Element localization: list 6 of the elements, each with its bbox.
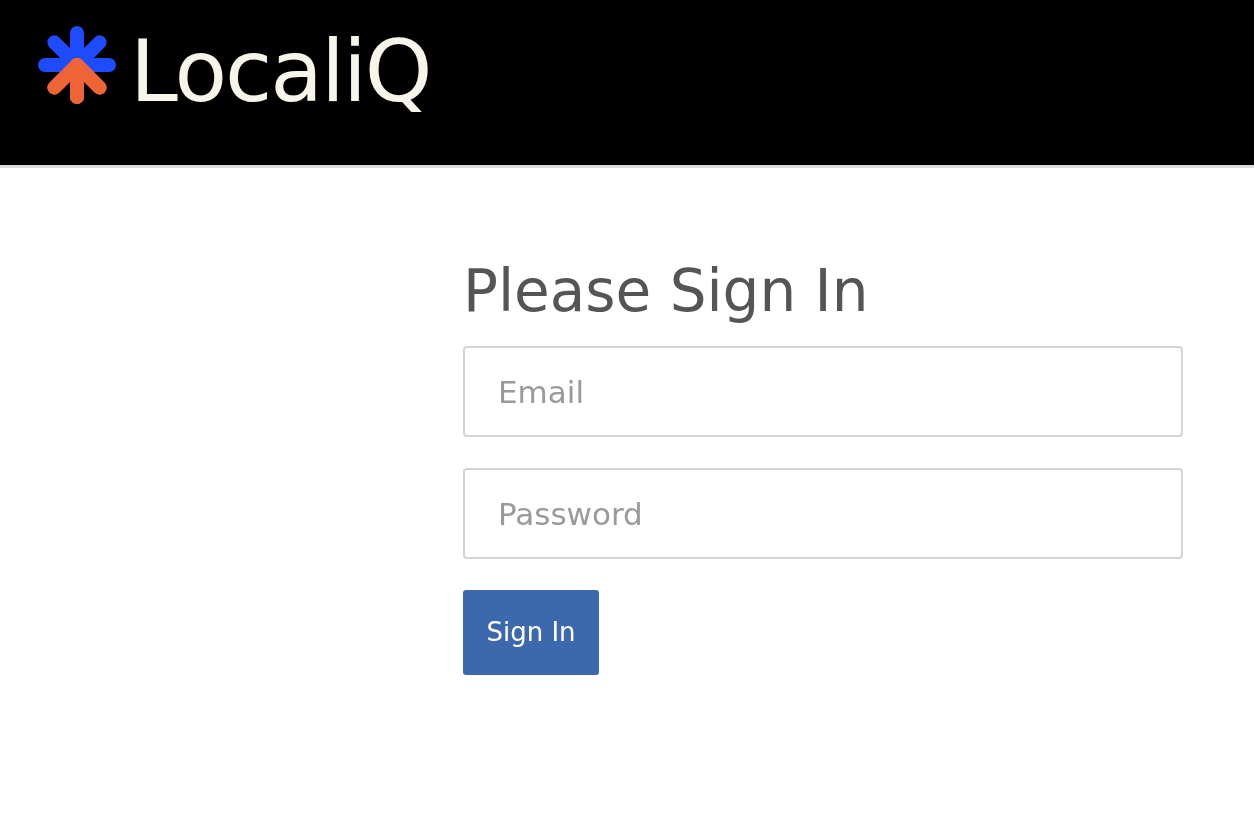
asterisk-logo-icon	[38, 26, 116, 104]
input-field[interactable]: Email	[463, 346, 1183, 437]
input-field[interactable]: Password	[463, 468, 1183, 559]
brand-name: LocaliQ	[130, 26, 431, 116]
sign-in-button[interactable]: Sign In	[463, 590, 599, 675]
page-title: Please Sign In	[463, 256, 870, 326]
